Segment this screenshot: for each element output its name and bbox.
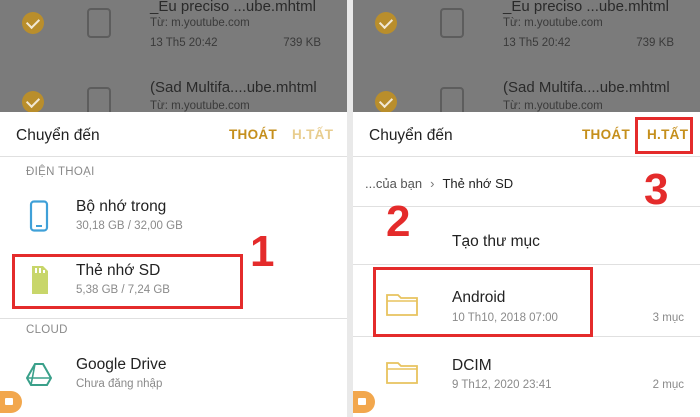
- list-item[interactable]: _Eu preciso ...ube.mhtml Từ: m.youtube.c…: [0, 0, 347, 49]
- breadcrumb-current: Thẻ nhớ SD: [442, 176, 514, 191]
- folder-count: 3 mục: [652, 312, 684, 324]
- highlight-box: [635, 117, 693, 154]
- file-date: 13 Th5 20:42: [150, 37, 218, 49]
- divider: [0, 156, 347, 157]
- folder-count: 2 mục: [652, 379, 684, 391]
- folder-icon: [386, 362, 418, 384]
- divider: [353, 156, 700, 157]
- storage-item-google-drive[interactable]: Google Drive Chưa đăng nhập: [0, 350, 347, 398]
- right-panel: _Eu preciso ...ube.mhtml Từ: m.youtube.c…: [353, 0, 700, 417]
- divider: [0, 318, 347, 319]
- file-size: 739 KB: [283, 37, 321, 49]
- file-name: _Eu preciso ...ube.mhtml: [503, 0, 669, 15]
- exit-button[interactable]: THOÁT: [229, 127, 277, 142]
- file-source: Từ: m.youtube.com: [150, 100, 250, 112]
- file-icon: [87, 8, 111, 38]
- file-list-backdrop: _Eu preciso ...ube.mhtml Từ: m.youtube.c…: [353, 0, 700, 117]
- sheet-title: Chuyển đến: [369, 127, 453, 144]
- exit-button[interactable]: THOÁT: [582, 127, 630, 142]
- file-date: 13 Th5 20:42: [503, 37, 571, 49]
- camera-icon[interactable]: [0, 391, 22, 413]
- file-source: Từ: m.youtube.com: [503, 17, 603, 29]
- folder-name: DCIM: [452, 357, 492, 374]
- file-icon: [440, 8, 464, 38]
- create-folder-button[interactable]: Tạo thư mục: [452, 233, 540, 251]
- check-icon[interactable]: [375, 91, 397, 113]
- highlight-box: [12, 254, 243, 309]
- section-header-cloud: CLOUD: [26, 324, 68, 336]
- highlight-box: [373, 267, 593, 337]
- check-icon[interactable]: [375, 12, 397, 34]
- storage-item-internal[interactable]: Bộ nhớ trong 30,18 GB / 32,00 GB: [0, 192, 347, 240]
- file-name: _Eu preciso ...ube.mhtml: [150, 0, 316, 15]
- google-drive-icon: [26, 363, 52, 386]
- breadcrumb: ...của bạn › Thẻ nhớ SD: [365, 176, 513, 191]
- divider: [353, 264, 700, 265]
- phone-icon: [29, 200, 49, 232]
- camera-icon[interactable]: [353, 391, 375, 413]
- folder-item-dcim[interactable]: DCIM 9 Th12, 2020 23:41 2 mục: [353, 342, 700, 406]
- move-to-sheet: Chuyển đến THOÁT H.TẤT ĐIỆN THOẠI Bộ nhớ…: [0, 112, 347, 417]
- file-name: (Sad Multifa....ube.mhtml: [150, 79, 317, 96]
- file-source: Từ: m.youtube.com: [503, 100, 603, 112]
- done-button[interactable]: H.TẤT: [292, 127, 333, 142]
- file-list-backdrop: _Eu preciso ...ube.mhtml Từ: m.youtube.c…: [0, 0, 347, 117]
- storage-status: Chưa đăng nhập: [76, 378, 163, 390]
- file-source: Từ: m.youtube.com: [150, 17, 250, 29]
- storage-label: Google Drive: [76, 356, 167, 373]
- storage-label: Bộ nhớ trong: [76, 198, 167, 215]
- list-item[interactable]: _Eu preciso ...ube.mhtml Từ: m.youtube.c…: [353, 0, 700, 49]
- step-number: 3: [644, 165, 669, 214]
- step-number: 1: [250, 227, 275, 276]
- breadcrumb-parent[interactable]: ...của bạn: [365, 176, 422, 191]
- left-panel: _Eu preciso ...ube.mhtml Từ: m.youtube.c…: [0, 0, 347, 417]
- move-to-sheet: Chuyển đến THOÁT H.TẤT ...của bạn › Thẻ nh…: [353, 112, 700, 417]
- sheet-title: Chuyển đến: [16, 127, 100, 144]
- section-header-phone: ĐIỆN THOẠI: [26, 166, 95, 178]
- file-name: (Sad Multifa....ube.mhtml: [503, 79, 670, 96]
- check-icon[interactable]: [22, 12, 44, 34]
- storage-capacity: 30,18 GB / 32,00 GB: [76, 220, 183, 232]
- file-size: 739 KB: [636, 37, 674, 49]
- step-number: 2: [386, 197, 411, 246]
- folder-date: 9 Th12, 2020 23:41: [452, 379, 552, 391]
- check-icon[interactable]: [22, 91, 44, 113]
- chevron-right-icon: ›: [430, 176, 435, 191]
